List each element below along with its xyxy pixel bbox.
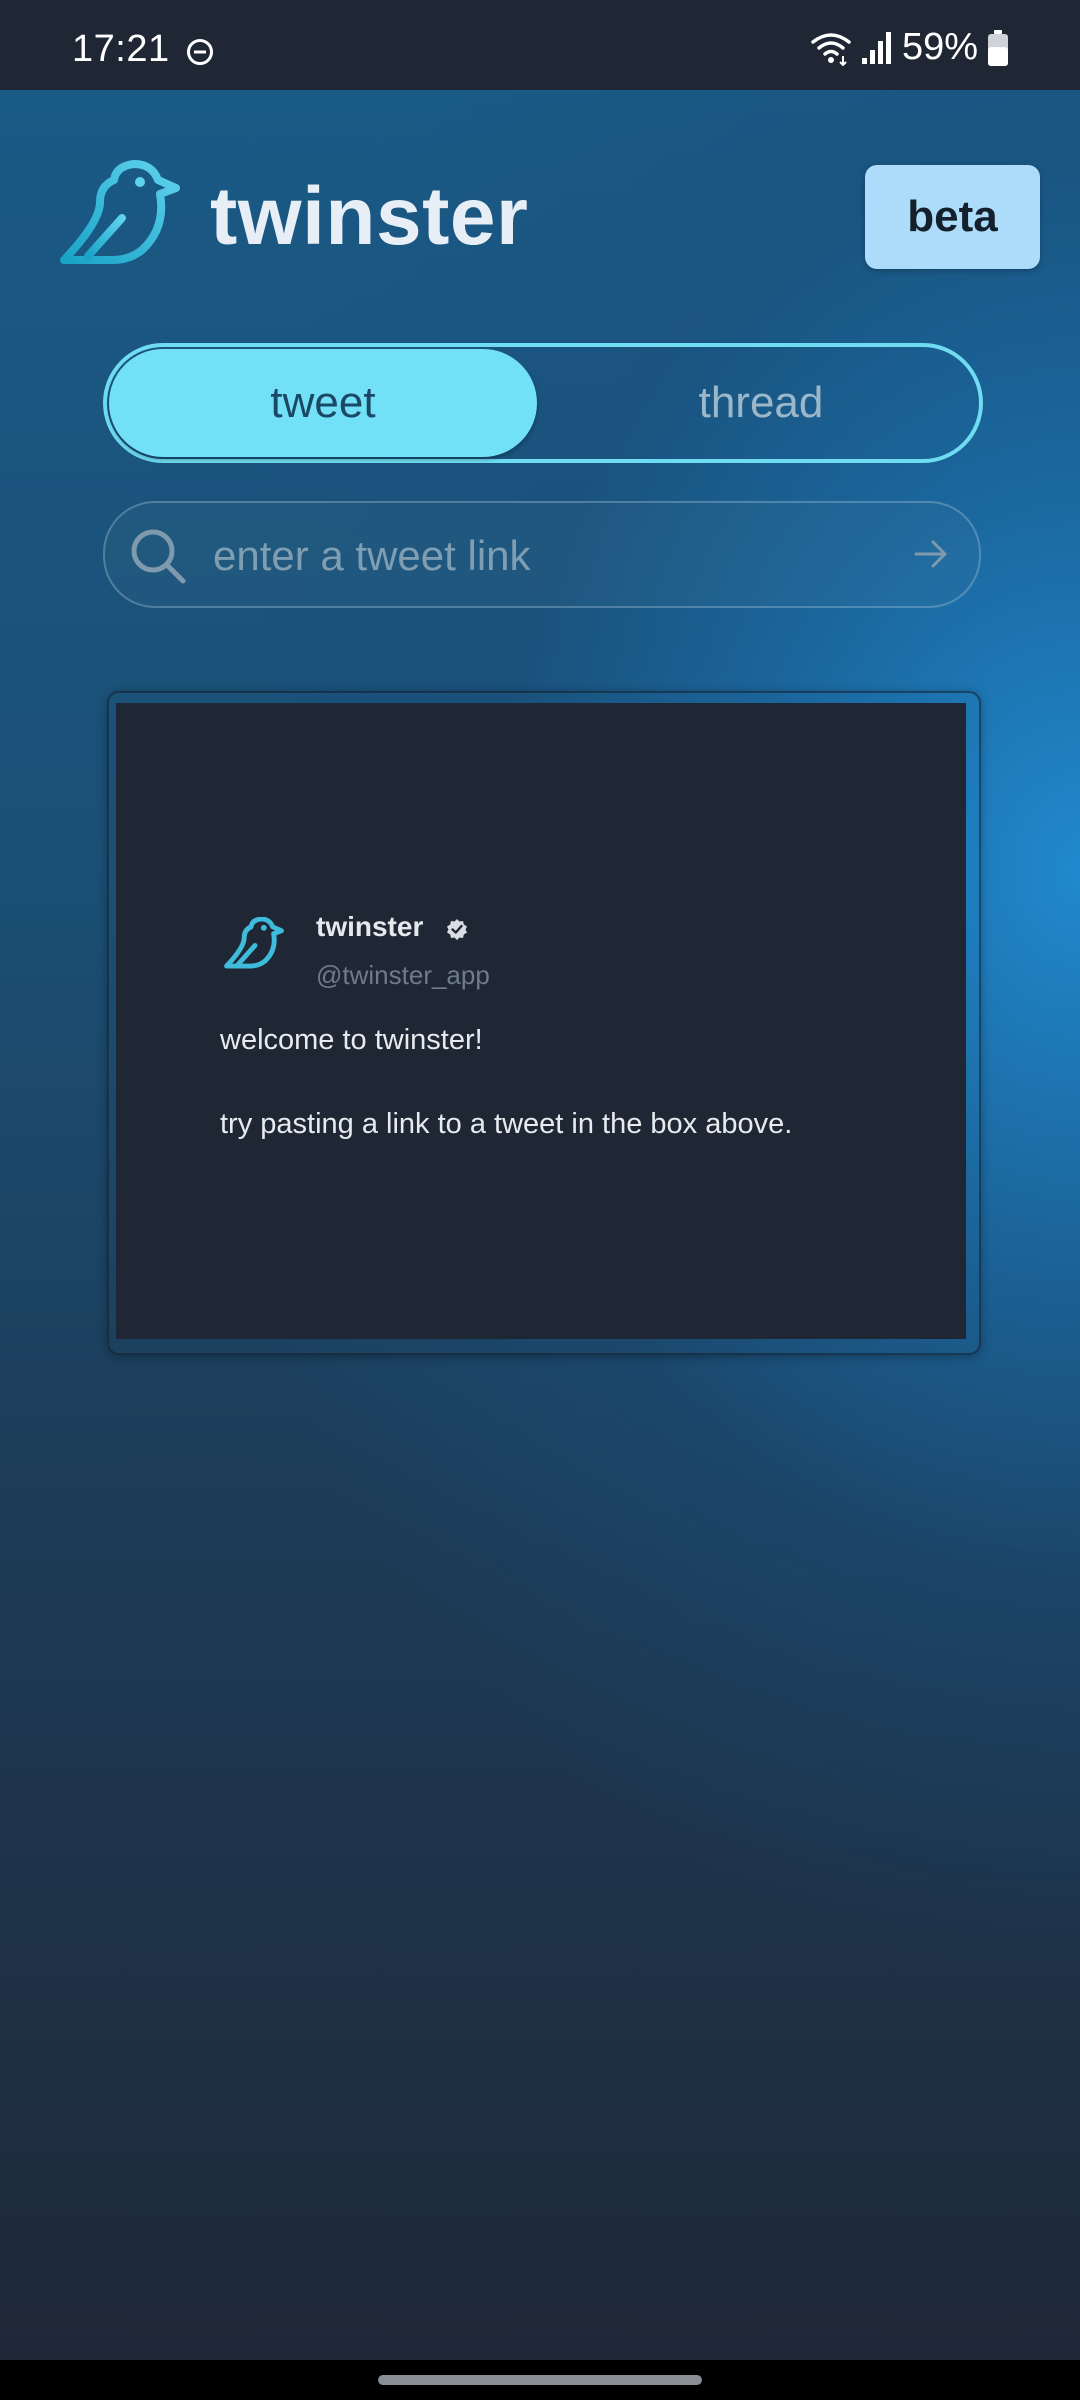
mode-toggle: tweet thread bbox=[103, 343, 983, 463]
signal-icon bbox=[861, 31, 891, 64]
battery-percent: 59% bbox=[901, 26, 978, 68]
status-bar: 17:21 59% bbox=[0, 0, 1080, 90]
wifi-icon bbox=[811, 32, 851, 66]
search-bar bbox=[103, 501, 981, 608]
app-header: twinster beta bbox=[60, 160, 1040, 272]
avatar bbox=[224, 917, 284, 969]
battery-icon bbox=[988, 29, 1008, 66]
do-not-disturb-icon bbox=[187, 39, 213, 65]
status-time: 17:21 bbox=[72, 28, 170, 70]
home-indicator[interactable] bbox=[378, 2375, 702, 2385]
tab-thread[interactable]: thread bbox=[547, 349, 975, 457]
verified-badge-icon bbox=[447, 919, 467, 940]
status-icons: 59% bbox=[810, 26, 1010, 69]
app-title: twinster bbox=[210, 171, 529, 262]
tab-tweet[interactable]: tweet bbox=[109, 349, 537, 457]
arrow-right-icon[interactable] bbox=[913, 536, 949, 572]
tweet-preview-card: twinster @twinster_app welcome to twinst… bbox=[116, 703, 966, 1339]
search-icon bbox=[131, 529, 186, 584]
beta-button[interactable]: beta bbox=[865, 165, 1040, 269]
author-handle: @twinster_app bbox=[316, 960, 490, 990]
author-name: twinster bbox=[316, 911, 424, 942]
tweet-link-input[interactable] bbox=[211, 503, 855, 608]
tweet-text-line: welcome to twinster! bbox=[220, 1024, 483, 1056]
tweet-text-line: try pasting a link to a tweet in the box… bbox=[220, 1108, 793, 1140]
bird-logo-icon bbox=[60, 160, 180, 264]
